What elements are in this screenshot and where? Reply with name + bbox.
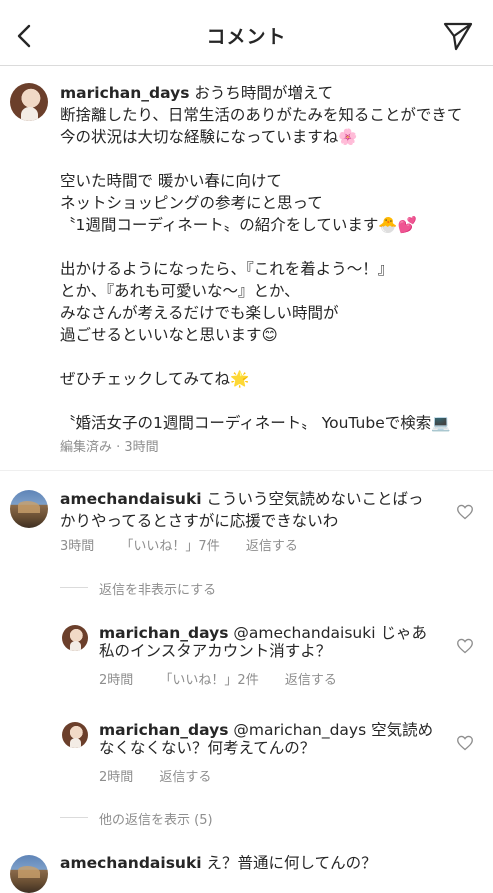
show-other-replies-toggle[interactable]: 他の返信を表示 (5)	[99, 809, 213, 828]
comment-meta: 3時間 「いいね！」7件 返信する	[60, 535, 320, 554]
reply-button[interactable]: 返信する	[246, 539, 298, 554]
reply-time: 2時間	[99, 673, 134, 688]
heart-icon[interactable]	[456, 735, 474, 751]
caption-line: 今の状況は大切な経験になっていますね🌸	[60, 128, 358, 146]
caption-line: 空いた時間で 暖かい春に向けて	[60, 172, 282, 190]
comment-time: 3時間	[60, 539, 95, 554]
username[interactable]: amechandaisuki	[60, 490, 202, 508]
caption-line: ぜひチェックしてみてね🌟	[60, 370, 250, 388]
comment-text: amechandaisuki こういう空気読めないことばっ	[60, 490, 424, 508]
reply-button[interactable]: 返信する	[159, 770, 211, 785]
avatar[interactable]	[10, 855, 48, 893]
username[interactable]: marichan_days	[60, 84, 189, 102]
heart-icon[interactable]	[456, 638, 474, 654]
page-title: コメント	[206, 26, 287, 48]
caption-meta: 編集済み · 3時間	[60, 440, 159, 455]
share-button[interactable]	[442, 20, 474, 52]
reply-text: 私のインスタアカウント消すよ？	[99, 642, 332, 660]
caption-line: 断捨離したり、日常生活のありがたみを知ることができて	[60, 106, 463, 124]
username[interactable]: amechandaisuki	[60, 854, 202, 872]
thread-line	[60, 587, 88, 588]
likes-count[interactable]: 「いいね！」7件	[120, 539, 219, 554]
hide-replies-toggle[interactable]: 返信を非表示にする	[99, 579, 216, 598]
caption-line: とか、『あれも可愛いな〜』とか、	[60, 282, 300, 300]
divider	[0, 470, 493, 471]
reply-meta: 2時間 「いいね！」2件 返信する	[99, 669, 359, 688]
comment-text: かりやってるとさすがに応援できないわ	[60, 512, 339, 530]
caption-line: marichan_days おうち時間が増えて	[60, 84, 334, 102]
caption-line: みなさんが考えるだけでも楽しい時間が	[60, 304, 339, 322]
reply-meta: 2時間 返信する	[99, 766, 233, 785]
reply-time: 2時間	[99, 770, 134, 785]
comment-text: amechandaisuki え？普通に何してんの？	[60, 854, 377, 872]
heart-icon[interactable]	[456, 504, 474, 520]
avatar[interactable]	[62, 625, 88, 651]
caption-line: 過ごせるといいなと思います😊	[60, 326, 278, 344]
avatar[interactable]	[10, 83, 48, 121]
caption-line: 〝1週間コーディネート〟の紹介をしています🐣💕	[60, 216, 417, 234]
thread-line	[60, 817, 88, 818]
avatar[interactable]	[62, 722, 88, 748]
paper-plane-icon	[443, 22, 473, 51]
header-bar: コメント	[0, 0, 493, 66]
avatar[interactable]	[10, 490, 48, 528]
likes-count[interactable]: 「いいね！」2件	[159, 673, 258, 688]
caption-line: 出かけるようになったら、『これを着よう〜！』	[60, 260, 394, 278]
caption-line: 〝婚活女子の1週間コーディネート〟 YouTubeで検索💻	[60, 414, 451, 432]
reply-button[interactable]: 返信する	[285, 673, 337, 688]
reply-text: なくなくない？何考えてんの？	[99, 739, 316, 757]
caption-line: ネットショッピングの参考にと思って	[60, 194, 323, 212]
